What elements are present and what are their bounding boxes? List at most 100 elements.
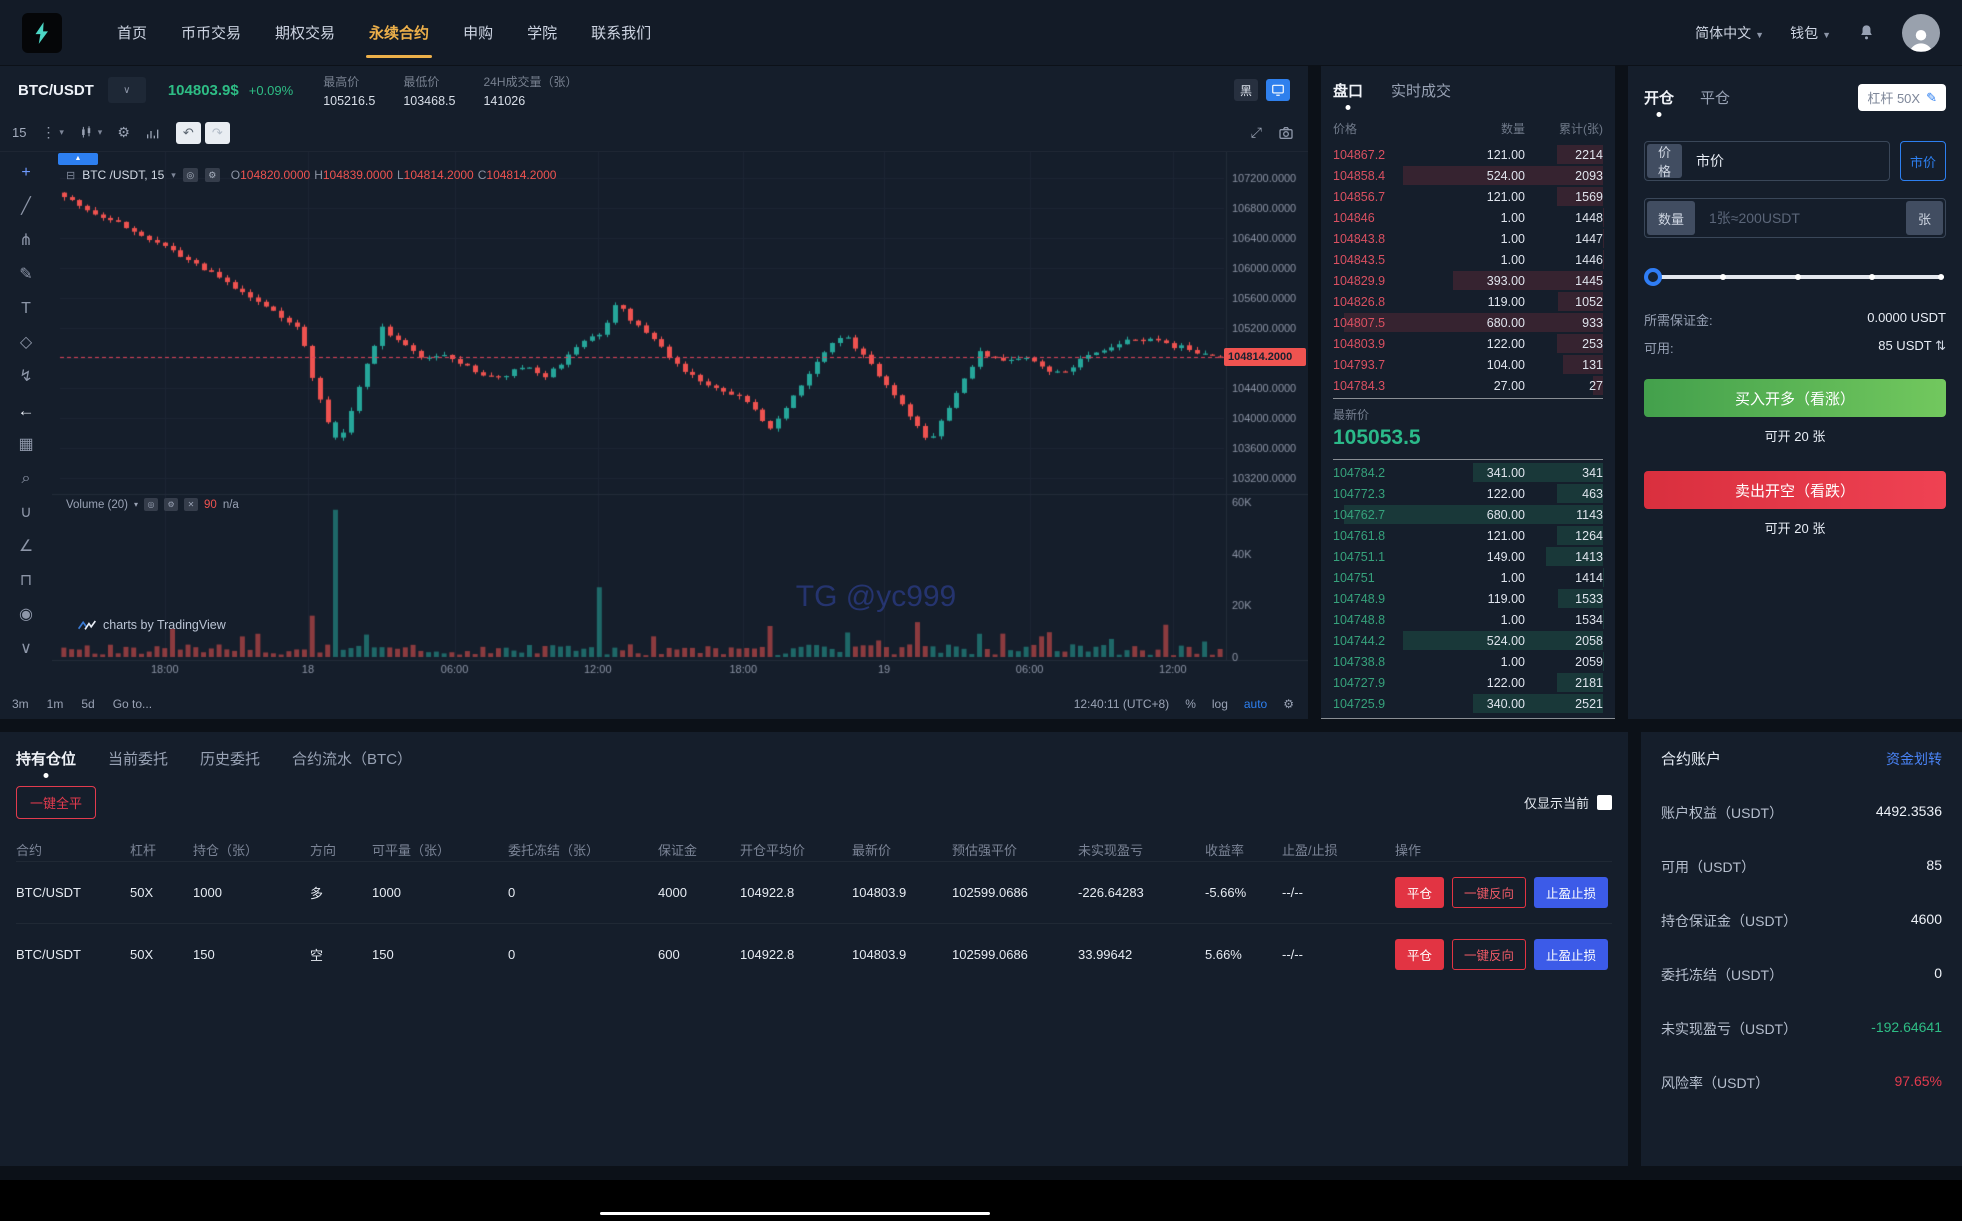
range-button-1m[interactable]: 1m [47,697,64,711]
ask-row[interactable]: 104856.7 121.00 1569 [1333,186,1603,207]
price-input[interactable]: 价格 [1643,141,1890,181]
sell-short-button[interactable]: 卖出开空（看跌） [1643,471,1946,509]
candlestick-chart[interactable]: ▲ ⊟ BTC /USDT, 15 ▾ ◎ ⚙ O 104820.0000 H 104… [52,152,1308,689]
wallet-menu[interactable]: 钱包 ▼ [1790,23,1831,43]
market-price-button[interactable]: 市价 [1900,141,1946,181]
slider-dot-25[interactable] [1720,274,1727,280]
user-avatar[interactable] [1902,13,1940,52]
tab-close-position[interactable]: 平仓 [1700,87,1730,108]
bid-row[interactable]: 104751.1 149.00 1413 [1333,546,1603,567]
slider-handle[interactable] [1643,268,1662,286]
brush-tool-icon[interactable]: ✎ [0,258,52,292]
theme-toggle[interactable]: 黑 [1234,79,1258,101]
ask-row[interactable]: 104829.9 393.00 1445 [1333,270,1603,291]
notification-bell-icon[interactable] [1857,23,1876,42]
ask-row[interactable]: 104843.5 1.00 1446 [1333,249,1603,270]
tab-open-position[interactable]: 开仓 [1644,87,1674,108]
ask-row[interactable]: 104846 1.00 1448 [1333,207,1603,228]
ask-row[interactable]: 104807.5 680.00 933 [1333,312,1603,333]
buy-long-button[interactable]: 买入开多（看涨） [1643,379,1946,417]
symbol-dropdown[interactable]: ∨ [107,77,146,103]
quantity-input-field[interactable] [1697,210,1904,226]
ask-row[interactable]: 104843.8 1.00 1447 [1333,228,1603,249]
volume-visibility-icon[interactable]: ◎ [144,498,159,511]
nav-item-4[interactable]: 申购 [446,0,510,65]
volume-settings-icon[interactable]: ⚙ [164,498,179,511]
bid-row[interactable]: 104738.8 1.00 2059 [1333,651,1603,672]
bid-row[interactable]: 104744.2 524.00 2058 [1333,630,1603,651]
chevron-down-icon[interactable]: ▾ [134,500,138,509]
lock-tool-icon[interactable]: ⊓ [0,564,52,598]
nav-item-0[interactable]: 首页 [100,0,164,65]
toolbar-expand-pill[interactable]: ▲ [58,153,98,165]
brand-logo[interactable] [22,12,62,53]
bid-row[interactable]: 104748.8 1.00 1534 [1333,609,1603,630]
range-button-3m[interactable]: 3m [12,697,29,711]
pitchfork-tool-icon[interactable]: ⋔ [0,224,52,258]
undo-icon[interactable]: ↶ [175,121,201,144]
quantity-input[interactable]: 数量 张 [1643,198,1946,238]
ask-row[interactable]: 104826.8 119.00 1052 [1333,291,1603,312]
fund-transfer-link[interactable]: 资金划转 [1886,749,1942,769]
transfer-arrows-icon[interactable]: ⇅ [1935,338,1946,353]
nav-item-5[interactable]: 学院 [510,0,574,65]
reverse-position-button[interactable]: 一键反向 [1452,939,1527,970]
ask-row[interactable]: 104784.3 27.00 27 [1333,375,1603,396]
positions-tab-3[interactable]: 合约流水（BTC） [292,748,412,769]
bid-row[interactable]: 104748.9 119.00 1533 [1333,588,1603,609]
candle-style-icon[interactable]: ▾ [79,125,102,141]
ask-row[interactable]: 104858.4 524.00 2093 [1333,165,1603,186]
volume-close-icon[interactable]: ✕ [184,498,199,511]
ask-row[interactable]: 104867.2 121.00 2214 [1333,144,1603,165]
axis-settings-gear-icon[interactable]: ⚙ [1283,697,1294,711]
tpsl-button[interactable]: 止盈止损 [1534,939,1609,970]
nav-item-2[interactable]: 期权交易 [258,0,352,65]
tab-trades[interactable]: 实时成交 [1391,80,1451,101]
nav-item-1[interactable]: 币币交易 [164,0,258,65]
back-arrow-icon[interactable]: ← [0,394,52,428]
close-position-button[interactable]: 平仓 [1395,939,1445,970]
range-button-Goto[interactable]: Go to... [113,697,152,711]
interval-selector[interactable]: 15 [12,125,26,140]
percent-scale-toggle[interactable]: % [1185,697,1196,711]
quantity-slider[interactable] [1643,268,1944,286]
range-button-5d[interactable]: 5d [81,697,94,711]
price-input-field[interactable] [1684,153,1889,169]
nav-item-6[interactable]: 联系我们 [574,0,668,65]
measure-tool-icon[interactable]: ∠ [0,530,52,564]
slider-dot-75[interactable] [1869,274,1876,280]
series-visibility-icon[interactable]: ◎ [182,168,198,182]
bid-row[interactable]: 104751 1.00 1414 [1333,567,1603,588]
bid-row[interactable]: 104727.9 122.00 2181 [1333,672,1603,693]
bid-row[interactable]: 104784.2 341.00 341 [1333,462,1603,483]
patterns-tool-icon[interactable]: ▦ [0,428,52,462]
language-selector[interactable]: 简体中文 ▼ [1695,23,1764,43]
ask-row[interactable]: 104793.7 104.00 131 [1333,354,1603,375]
chart-settings-gear-icon[interactable]: ⚙ [117,124,130,141]
indicators-icon[interactable] [145,125,161,141]
hide-drawings-icon[interactable]: ◉ [0,598,52,632]
clock-utc[interactable]: 12:40:11 (UTC+8) [1074,697,1170,711]
screenshot-camera-icon[interactable] [1278,125,1294,141]
slider-dot-100[interactable] [1938,274,1944,280]
tradingview-attribution[interactable]: charts by TradingView [78,618,226,632]
magnet-tool-icon[interactable]: ∪ [0,496,52,530]
bid-row[interactable]: 104761.8 121.00 1264 [1333,525,1603,546]
trend-line-tool-icon[interactable]: ╱ [0,190,52,224]
fullscreen-icon[interactable]: ⤢ [1251,124,1262,141]
display-mode-icon[interactable] [1266,79,1290,101]
crosshair-tool-icon[interactable]: + [0,156,52,190]
bid-row[interactable]: 104772.3 122.00 463 [1333,483,1603,504]
tab-orderbook[interactable]: 盘口 [1333,80,1363,101]
log-scale-toggle[interactable]: log [1212,697,1228,711]
bid-row[interactable]: 104725.9 340.00 2521 [1333,693,1603,714]
collapse-toolbar-icon[interactable]: ∨ [0,632,52,666]
slider-dot-50[interactable] [1794,274,1801,280]
chevron-down-icon[interactable]: ▾ [171,170,176,181]
positions-tab-1[interactable]: 当前委托 [108,748,168,769]
ask-row[interactable]: 104803.9 122.00 253 [1333,333,1603,354]
bid-row[interactable]: 104762.7 680.00 1143 [1333,504,1603,525]
tpsl-button[interactable]: 止盈止损 [1534,877,1609,908]
shapes-tool-icon[interactable]: ◇ [0,326,52,360]
close-all-button[interactable]: 一键全平 [16,786,97,819]
